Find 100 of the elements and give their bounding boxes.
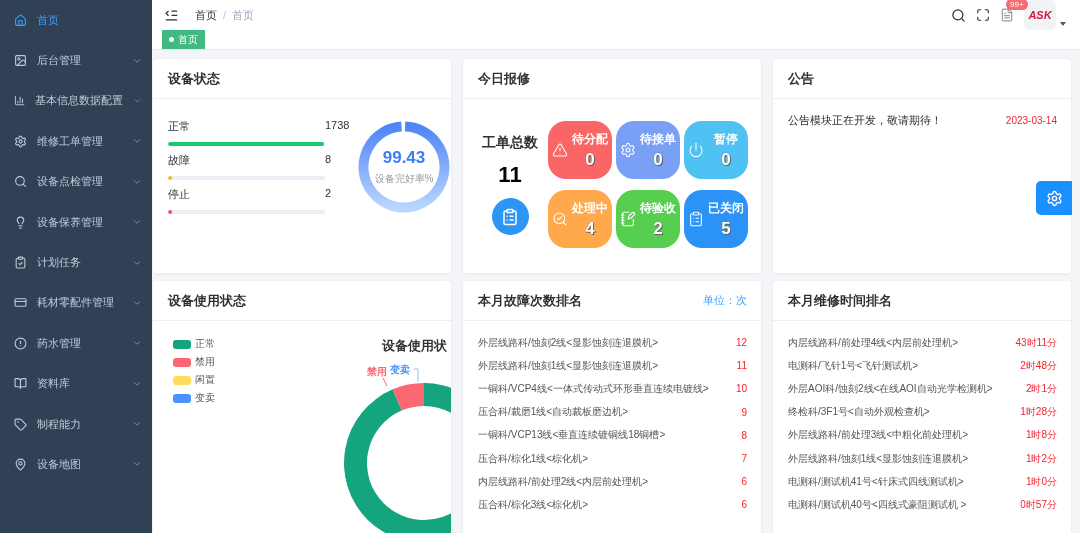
ranking-value: 0时57分 — [1020, 497, 1057, 512]
breadcrumb-item[interactable]: 首页 — [195, 7, 217, 23]
ranking-name: 压合科/棕化3线<棕化机> — [478, 497, 589, 512]
ranking-value: 2时1分 — [1025, 381, 1057, 396]
sidebar-item[interactable]: 耗材零配件管理 — [0, 282, 152, 324]
gauge-caption: 设备完好率% — [374, 171, 434, 186]
clipboard-icon — [501, 207, 519, 226]
map-pin-icon — [14, 458, 27, 471]
menu-fold-icon[interactable] — [164, 7, 179, 23]
caret-icon[interactable] — [1060, 22, 1066, 26]
settings-button[interactable] — [1036, 181, 1072, 215]
ranking-value: 9 — [741, 406, 747, 418]
legend-label[interactable]: 禁用 — [195, 355, 215, 369]
card-title: 今日报修 — [478, 69, 530, 88]
legend-label[interactable]: 闲置 — [195, 373, 215, 387]
card-title: 本月维修时间排名 — [788, 291, 892, 310]
legend-swatch[interactable] — [173, 393, 191, 403]
legend-label[interactable]: 变卖 — [195, 391, 215, 405]
home-icon — [14, 13, 27, 27]
tile-count: 5 — [721, 218, 731, 239]
legend-swatch[interactable] — [173, 357, 191, 367]
fullscreen-icon[interactable] — [976, 8, 990, 22]
sidebar-item[interactable]: 首页 — [0, 0, 152, 41]
tile-count: 0 — [721, 149, 731, 170]
ranking-value: 7 — [741, 453, 747, 465]
ranking-value: 8 — [741, 429, 747, 441]
sidebar-item[interactable]: 设备地图 — [0, 444, 152, 485]
legend-swatch[interactable] — [173, 375, 191, 385]
alert-icon — [14, 336, 27, 350]
total-label: 工单总数 — [482, 134, 538, 152]
sidebar-item[interactable]: 基本信息数据配置 — [0, 80, 152, 122]
ranking-value: 12 — [735, 337, 747, 349]
ranking-value: 1时2分 — [1025, 451, 1057, 466]
settings-icon — [1045, 189, 1063, 207]
ranking-name: 内层线路科/前处理2线<内层前处理机> — [478, 474, 649, 489]
sidebar-item[interactable]: 维修工单管理 — [0, 121, 152, 162]
ranking-name: 外层线路科/蚀刻2线<显影蚀刻连退膜机> — [478, 335, 659, 350]
total-count: 11 — [498, 162, 522, 188]
breadcrumb-separator: / — [223, 9, 227, 21]
tile-label: 待验收 — [640, 199, 676, 217]
document-icon[interactable] — [1000, 8, 1014, 22]
search-icon — [14, 175, 27, 189]
status-label: 停止 — [168, 187, 191, 202]
ranking-name: 电测科/测试机40号<四线式豪阻测试机 > — [788, 497, 967, 512]
avatar[interactable]: ASK — [1024, 0, 1056, 30]
status-count: 1738 — [325, 119, 351, 133]
clipboard-button[interactable] — [491, 198, 529, 235]
donut-slice[interactable] — [392, 383, 424, 411]
unit-label: 单位：次 — [703, 293, 747, 308]
ranking-value: 1时0分 — [1025, 474, 1057, 489]
search-check-icon — [552, 211, 568, 227]
card-title: 本月故障次数排名 — [478, 291, 582, 310]
ranking-name: 外层AOI科/蚀刻2线<在线AOI自动光学检测机> — [788, 381, 993, 396]
status-count: 8 — [325, 153, 333, 167]
clipboard-check-icon — [14, 256, 27, 270]
tile-count: 4 — [585, 218, 595, 239]
sidebar-item[interactable]: 设备点检管理 — [0, 161, 152, 202]
ranking-name: 内层线路科/前处理4线<内层前处理机> — [788, 335, 959, 350]
status-label: 正常 — [168, 119, 191, 134]
slice-label: 变卖 — [390, 364, 410, 375]
ranking-value: 1时28分 — [1020, 405, 1057, 420]
sidebar-item[interactable]: 药水管理 — [0, 323, 152, 364]
sidebar-item[interactable]: 资料库 — [0, 363, 152, 404]
tile-count: 2 — [653, 218, 663, 239]
bar-chart-icon — [14, 94, 26, 108]
clipboard-icon — [688, 211, 704, 227]
ranking-value: 1时8分 — [1025, 428, 1057, 443]
ranking-name: 外层线路科/前处理3线<中粗化前处理机> — [788, 428, 969, 443]
tile-label: 处理中 — [572, 199, 608, 217]
chart-title: 设备使用状 — [381, 337, 448, 355]
tile-label: 待接单 — [640, 130, 676, 148]
settings-icon — [14, 134, 27, 148]
sidebar-item[interactable]: 设备保养管理 — [0, 201, 152, 243]
slice-label: 禁用 — [367, 366, 387, 377]
ranking-name: 压合科/裁磨1线<自动裁板磨边机> — [478, 405, 629, 420]
notebook-icon — [620, 211, 636, 227]
search-icon[interactable] — [951, 7, 966, 23]
card-icon — [14, 296, 27, 310]
ranking-value: 10 — [735, 383, 747, 395]
sidebar-item[interactable]: 制程能力 — [0, 403, 152, 445]
power-icon — [688, 142, 704, 158]
gauge-value: 99.43 — [382, 147, 426, 168]
ranking-value: 6 — [741, 476, 747, 488]
ranking-name: 电测科/飞针1号<飞针测试机> — [788, 358, 919, 373]
legend-label[interactable]: 正常 — [195, 337, 215, 351]
notice-date: 2023-03-14 — [1005, 115, 1057, 126]
ranking-name: 外层线路科/蚀刻1线<显影蚀刻连退膜机> — [788, 451, 969, 466]
tile-label: 待分配 — [572, 130, 608, 148]
card-title: 设备使用状态 — [168, 291, 246, 310]
sidebar-item[interactable]: 后台管理 — [0, 40, 152, 81]
status-count: 2 — [325, 187, 333, 201]
sidebar-item[interactable]: 计划任务 — [0, 242, 152, 283]
legend-swatch[interactable] — [173, 339, 191, 349]
tile-count: 0 — [653, 149, 663, 170]
ranking-name: 一铜科/VCP4线<一体式传动式环形垂直连续电镀线> — [478, 381, 709, 396]
status-label: 故障 — [168, 153, 191, 168]
ranking-value: 6 — [741, 499, 747, 511]
tile-label: 暂停 — [714, 130, 738, 148]
lightbulb-icon — [14, 215, 27, 229]
ranking-value: 2时48分 — [1020, 358, 1057, 373]
